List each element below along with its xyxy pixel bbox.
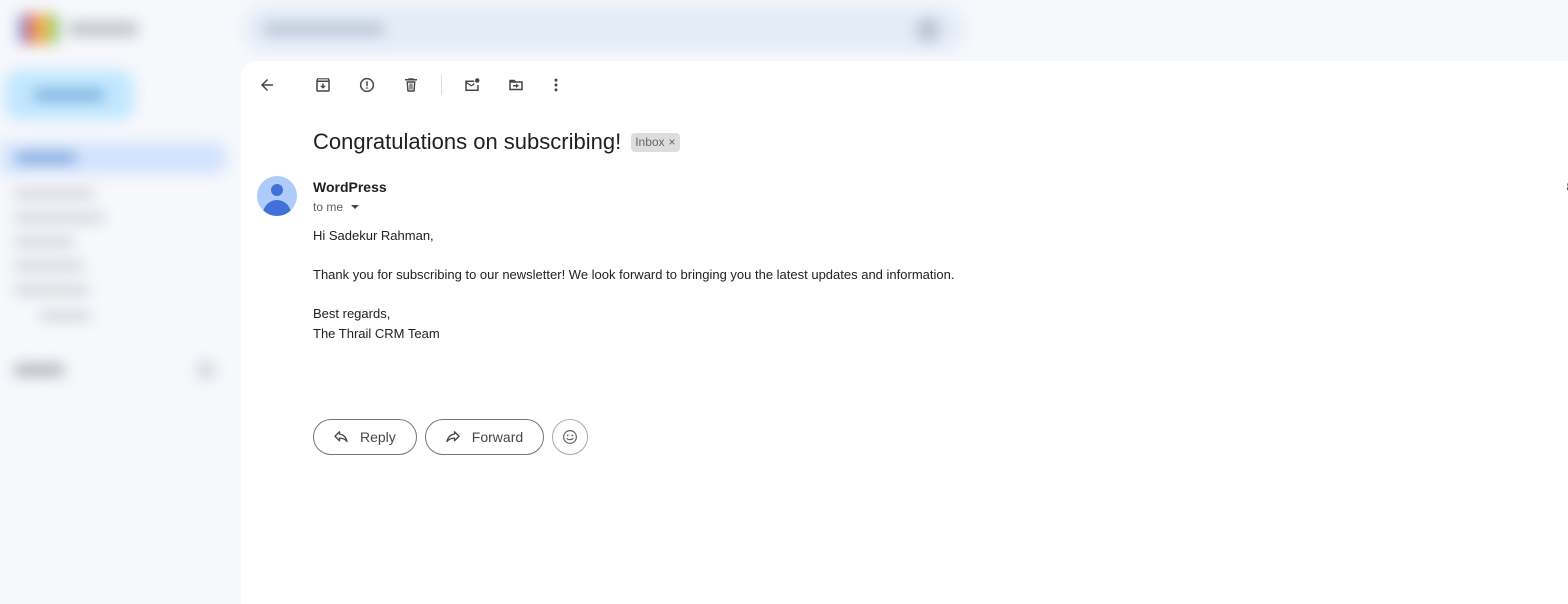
gmail-logo[interactable] <box>18 12 158 46</box>
emoji-reaction-button[interactable] <box>552 419 589 455</box>
signoff: Best regards, <box>313 306 391 321</box>
remove-label-icon[interactable]: × <box>669 136 676 148</box>
reply-button[interactable]: Reply <box>313 419 417 455</box>
sidebar-item[interactable] <box>14 286 89 294</box>
sidebar-item-more[interactable] <box>40 312 90 320</box>
compose-button[interactable] <box>4 70 134 120</box>
report-spam-icon[interactable] <box>355 73 379 97</box>
recipient-text: to me <box>313 200 344 214</box>
forward-icon <box>446 431 460 443</box>
sidebar-item-label <box>16 153 76 163</box>
logo-mark <box>18 14 58 44</box>
sender-name[interactable]: WordPress <box>313 179 387 195</box>
show-details-icon[interactable] <box>351 205 360 209</box>
mark-unread-icon[interactable] <box>460 73 484 97</box>
delete-icon[interactable] <box>399 73 423 97</box>
avatar-body <box>263 200 291 216</box>
email-toolbar <box>255 73 568 97</box>
sidebar-item-inbox[interactable] <box>0 142 228 174</box>
sidebar-item[interactable] <box>14 190 94 198</box>
label-chip-text: Inbox <box>635 135 665 149</box>
email-view-panel: Congratulations on subscribing! Inbox × … <box>241 61 1568 604</box>
email-subject: Congratulations on subscribing! <box>313 129 622 154</box>
avatar-head <box>271 184 283 196</box>
back-arrow-icon[interactable] <box>255 73 279 97</box>
forward-button[interactable]: Forward <box>424 419 545 455</box>
add-label-icon[interactable] <box>198 362 214 378</box>
message-body: Hi Sadekur Rahman, Thank you for subscri… <box>313 226 1213 344</box>
body-paragraph: Thank you for subscribing to our newslet… <box>313 267 955 282</box>
sidebar-item[interactable] <box>14 238 74 246</box>
forward-label: Forward <box>471 429 524 445</box>
toolbar-divider <box>441 75 442 95</box>
labels-heading <box>14 364 64 376</box>
sender-avatar[interactable] <box>257 176 297 216</box>
inbox-label-chip[interactable]: Inbox × <box>631 132 680 152</box>
smiley-icon <box>563 430 578 444</box>
sidebar-item[interactable] <box>14 262 84 270</box>
search-placeholder <box>264 23 384 35</box>
logo-wordmark <box>68 22 138 36</box>
reply-label: Reply <box>360 429 396 445</box>
recipient-line: to me <box>313 200 360 214</box>
search-options-icon[interactable] <box>916 18 940 42</box>
reply-icon <box>334 431 348 443</box>
compose-label <box>34 90 104 100</box>
more-options-icon[interactable] <box>544 73 568 97</box>
greeting: Hi Sadekur Rahman, <box>313 228 434 243</box>
signature: The Thrail CRM Team <box>313 326 440 341</box>
move-to-icon[interactable] <box>504 73 528 97</box>
archive-icon[interactable] <box>311 73 335 97</box>
reply-actions: Reply Forward <box>313 419 589 455</box>
sidebar-item[interactable] <box>14 214 104 222</box>
subject-row: Congratulations on subscribing! Inbox × <box>313 129 680 155</box>
search-bar[interactable] <box>244 6 964 52</box>
